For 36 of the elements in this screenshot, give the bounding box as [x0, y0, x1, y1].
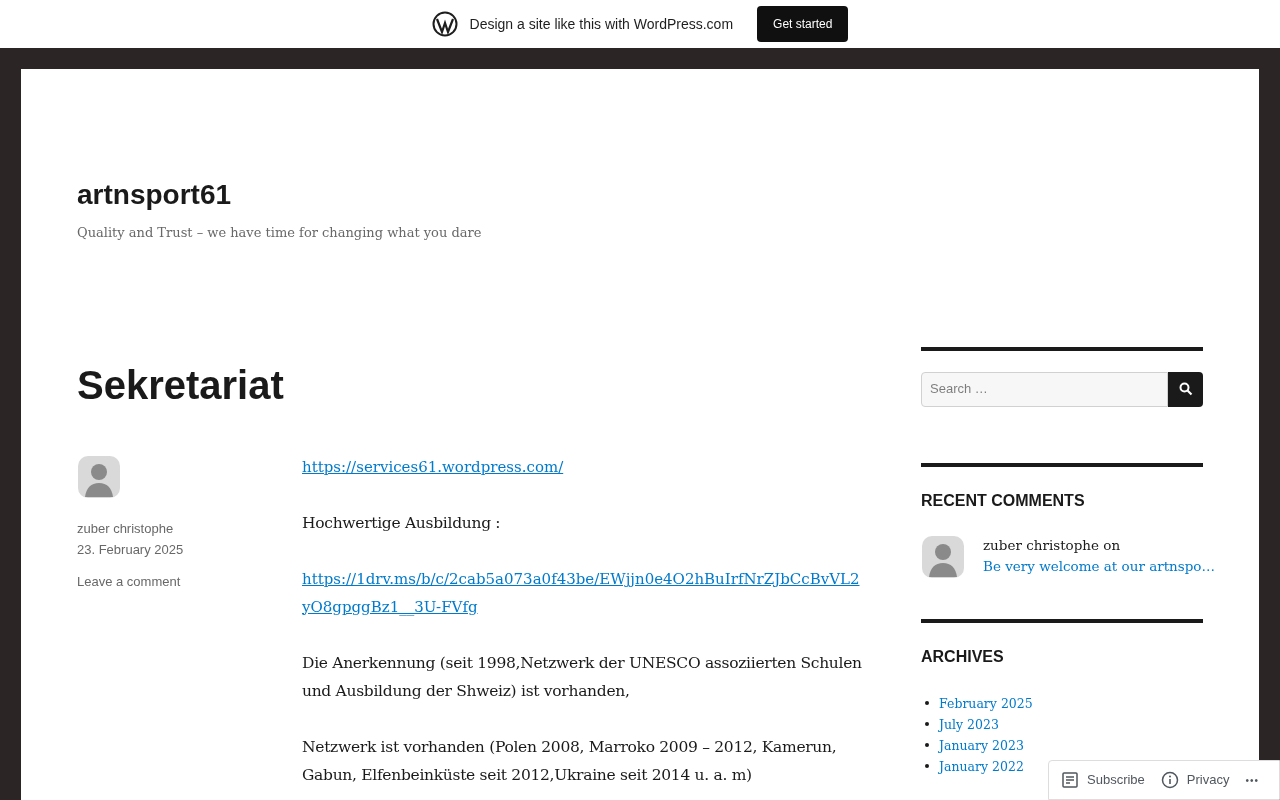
bullet-icon [925, 701, 929, 705]
site-title: artnsport61 [77, 181, 233, 209]
post-link[interactable]: https://services61.wordpress.com/ [302, 452, 864, 481]
bullet-icon [925, 743, 929, 747]
search-button[interactable] [1168, 371, 1203, 407]
comment-link[interactable]: Leave a comment [77, 571, 302, 591]
widget-title: RECENT COMMENTS [921, 490, 1086, 511]
bullet-icon [925, 764, 929, 768]
widget-title: ARCHIVES [921, 646, 1005, 667]
more-button[interactable]: ••• [1245, 772, 1259, 788]
site-tagline: Quality and Trust – we have time for changing what you dare [77, 224, 483, 242]
get-started-button[interactable]: Get started [757, 6, 849, 42]
archive-link[interactable]: February 2025 [939, 692, 1033, 714]
comment-post-link[interactable]: Be very welcome at our artnspo… [983, 555, 1215, 577]
archive-link[interactable]: January 2023 [939, 734, 1024, 756]
post-paragraph: Die Anerkennung (seit 1998,Netzwerk der UNESCO assoziierten Schulen und Ausbildung der Shweiz) ist vorhanden, [302, 652, 863, 702]
avatar-icon [921, 534, 965, 579]
privacy-button[interactable]: Privacy [1160, 770, 1230, 790]
post-paragraph: Netzwerk ist vorhanden (Polen 2008, Marroko 2009 – 2012, Kamerun, Gabun, Elfenbeinküste seit 2012,Ukraine seit 2014 u. a. m) [302, 736, 838, 786]
banner-text: Design a site like this with WordPress.com [469, 14, 734, 34]
post-link[interactable]: https://1drv.ms/b/c/2cab5a073a0f43be/EWjjn0e4O2hBuIrfNrZJbCcBvVL2yO8gpggBz1__3U-FVfg [302, 564, 864, 621]
author-name[interactable]: zuber christophe [77, 518, 302, 538]
archive-link[interactable]: July 2023 [939, 713, 999, 735]
subscribe-button[interactable]: Subscribe [1061, 770, 1145, 790]
search-icon [1178, 382, 1193, 396]
search-field[interactable]: Search … [921, 371, 1168, 407]
bullet-icon [925, 722, 929, 726]
archive-link[interactable]: January 2022 [939, 755, 1024, 777]
post-date[interactable]: 23. February 2025 [77, 540, 302, 560]
avatar-icon [77, 454, 121, 499]
post-title: Sekretariat [77, 364, 285, 405]
post-paragraph: Hochwertige Ausbildung : [302, 512, 502, 534]
wordpress-logo-icon [431, 11, 458, 37]
info-icon [1160, 771, 1179, 789]
reader-icon [1061, 771, 1079, 789]
recent-comment: zuber christophe on Be very welcome at our artnspo… [983, 534, 1215, 579]
